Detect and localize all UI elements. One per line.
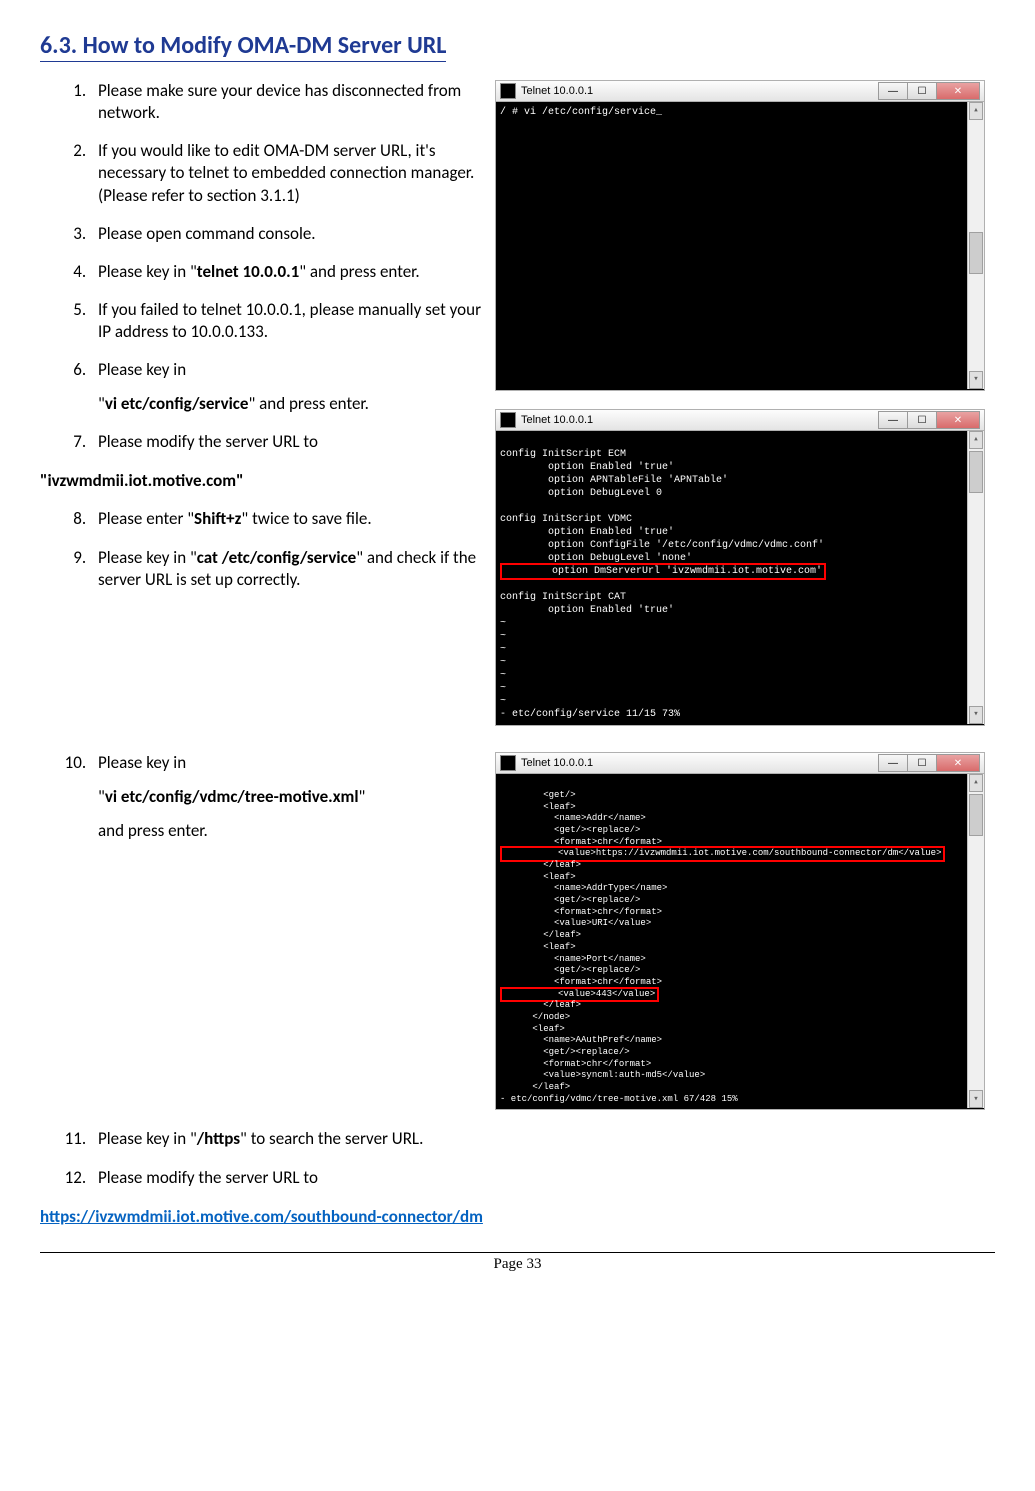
step-5: If you failed to telnet 10.0.0.1, please… bbox=[90, 299, 485, 343]
terminal-icon bbox=[500, 412, 516, 428]
terminal-icon bbox=[500, 83, 516, 99]
terminal-window-1: Telnet 10.0.0.1 — ☐ ✕ / # vi /etc/config… bbox=[495, 80, 985, 391]
minimize-button[interactable]: — bbox=[878, 82, 908, 100]
scrollbar[interactable]: ▴ ▾ bbox=[967, 431, 984, 724]
page-footer: Page 33 bbox=[40, 1252, 995, 1275]
terminal-body[interactable]: / # vi /etc/config/service_ bbox=[496, 102, 984, 390]
close-button[interactable]: ✕ bbox=[936, 411, 980, 429]
minimize-button[interactable]: — bbox=[878, 754, 908, 772]
close-button[interactable]: ✕ bbox=[936, 754, 980, 772]
scrollbar[interactable]: ▴ ▾ bbox=[967, 774, 984, 1108]
instructions-part1: Please make sure your device has disconn… bbox=[40, 80, 485, 744]
step-2: If you would like to edit OMA-DM server … bbox=[90, 140, 485, 206]
step-9: Please key in "cat /etc/config/service" … bbox=[90, 547, 485, 591]
terminal-titlebar: Telnet 10.0.0.1 — ☐ ✕ bbox=[496, 410, 984, 431]
terminal-body[interactable]: config InitScript ECM option Enabled 'tr… bbox=[496, 431, 984, 725]
section-heading: 6.3. How to Modify OMA-DM Server URL bbox=[40, 30, 446, 62]
step-7: Please modify the server URL to bbox=[90, 431, 485, 453]
step-3: Please open command console. bbox=[90, 223, 485, 245]
step-11: Please key in "/https" to search the ser… bbox=[90, 1128, 540, 1150]
highlighted-line-dmserverurl: option DmServerUrl 'ivzwmdmii.iot.motive… bbox=[500, 563, 826, 580]
close-button[interactable]: ✕ bbox=[936, 82, 980, 100]
terminal-icon bbox=[500, 755, 516, 771]
terminal-titlebar: Telnet 10.0.0.1 — ☐ ✕ bbox=[496, 81, 984, 102]
maximize-button[interactable]: ☐ bbox=[907, 82, 937, 100]
minimize-button[interactable]: — bbox=[878, 411, 908, 429]
maximize-button[interactable]: ☐ bbox=[907, 411, 937, 429]
url-2-link[interactable]: https://ivzwmdmii.iot.motive.com/southbo… bbox=[40, 1206, 483, 1227]
url-1: "ivzwmdmii.iot.motive.com" bbox=[40, 470, 485, 492]
instructions-part3: Please key in "/https" to search the ser… bbox=[40, 1128, 540, 1227]
terminal-window-3: Telnet 10.0.0.1 — ☐ ✕ <get/> <leaf> <nam… bbox=[495, 752, 985, 1110]
step-1: Please make sure your device has disconn… bbox=[90, 80, 485, 124]
step-12: Please modify the server URL to bbox=[90, 1167, 540, 1189]
maximize-button[interactable]: ☐ bbox=[907, 754, 937, 772]
step-6: Please key in "vi etc/config/service" an… bbox=[90, 359, 485, 415]
step-8: Please enter "Shift+z" twice to save fil… bbox=[90, 508, 485, 530]
step-10: Please key in "vi etc/config/vdmc/tree-m… bbox=[90, 752, 485, 842]
terminal-window-2: Telnet 10.0.0.1 — ☐ ✕ config InitScript … bbox=[495, 409, 985, 726]
terminal-body[interactable]: <get/> <leaf> <name>Addr</name> <get/><r… bbox=[496, 774, 984, 1109]
step-4: Please key in "telnet 10.0.0.1" and pres… bbox=[90, 261, 485, 283]
instructions-part2: Please key in "vi etc/config/vdmc/tree-m… bbox=[40, 752, 485, 1128]
terminal-titlebar: Telnet 10.0.0.1 — ☐ ✕ bbox=[496, 753, 984, 774]
scrollbar[interactable]: ▴ ▾ bbox=[967, 102, 984, 389]
